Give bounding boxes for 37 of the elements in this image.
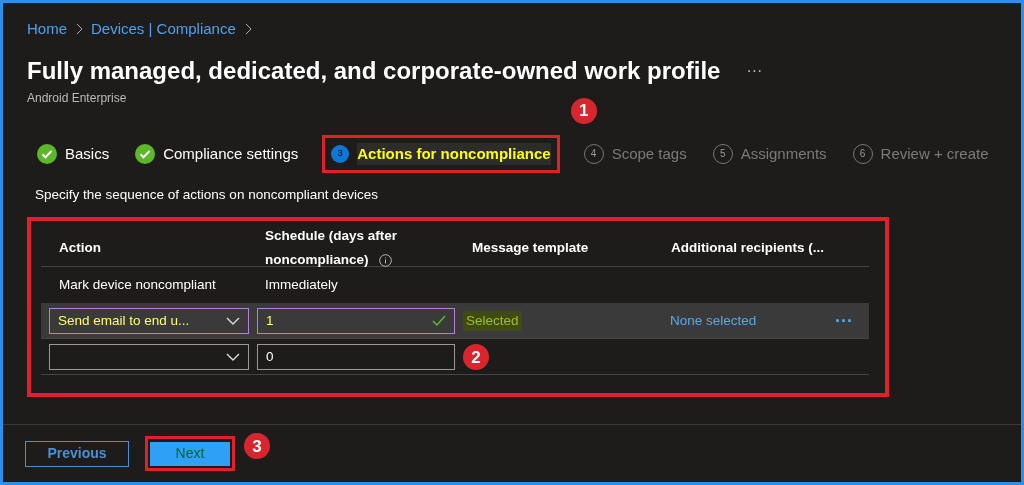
previous-button[interactable]: Previous <box>25 440 129 467</box>
callout-number: 3 <box>244 433 270 460</box>
column-header: Schedule (days after noncompliance) <box>265 228 398 268</box>
action-dropdown[interactable]: Send email to end u... <box>49 307 249 334</box>
table-cell-text: Immediately <box>265 276 339 295</box>
page-subtitle: Android Enterprise <box>27 89 128 107</box>
wizard-tab[interactable]: Actions for noncompliance <box>357 142 551 165</box>
step-number: 3 <box>331 144 350 163</box>
breadcrumb-link[interactable]: Devices | Compliance <box>91 18 236 41</box>
column-header: Additional recipients (... <box>671 240 824 256</box>
wizard-tab[interactable]: Review + create <box>880 142 989 165</box>
callout-number: 2 <box>463 344 489 371</box>
schedule-input[interactable]: 0 <box>257 343 455 370</box>
breadcrumb-link[interactable]: Home <box>27 18 67 41</box>
page-title: Fully managed, dedicated, and corporate-owned work profile <box>27 55 721 86</box>
checkmark-icon <box>432 314 446 327</box>
checkmark-icon <box>135 143 156 164</box>
more-button[interactable]: ··· <box>835 311 853 330</box>
wizard-tab[interactable]: Compliance settings <box>163 142 299 165</box>
wizard-tab[interactable]: Basics <box>65 142 110 165</box>
table-cell-text: Mark device noncompliant <box>59 276 217 295</box>
chevron-down-icon <box>226 351 240 362</box>
message-template-link[interactable]: Selected <box>463 310 522 331</box>
chevron-down-icon <box>226 315 240 326</box>
recipients-link[interactable]: None selected <box>670 310 757 331</box>
callout-number: 1 <box>570 97 597 124</box>
schedule-input[interactable]: 1 <box>257 307 455 334</box>
checkmark-icon <box>37 143 57 164</box>
wizard-tab[interactable]: Scope tags <box>611 142 687 165</box>
column-header: Action <box>59 240 101 256</box>
wizard-tab[interactable]: Assignments <box>740 142 827 165</box>
column-header: Message template <box>472 240 589 256</box>
more-button[interactable]: ··· <box>746 58 763 83</box>
description-text: Specify the sequence of actions on noncompliant devices <box>35 186 379 204</box>
action-dropdown[interactable] <box>49 343 249 370</box>
chevron-right-icon <box>75 23 83 36</box>
chevron-right-icon <box>243 23 252 36</box>
